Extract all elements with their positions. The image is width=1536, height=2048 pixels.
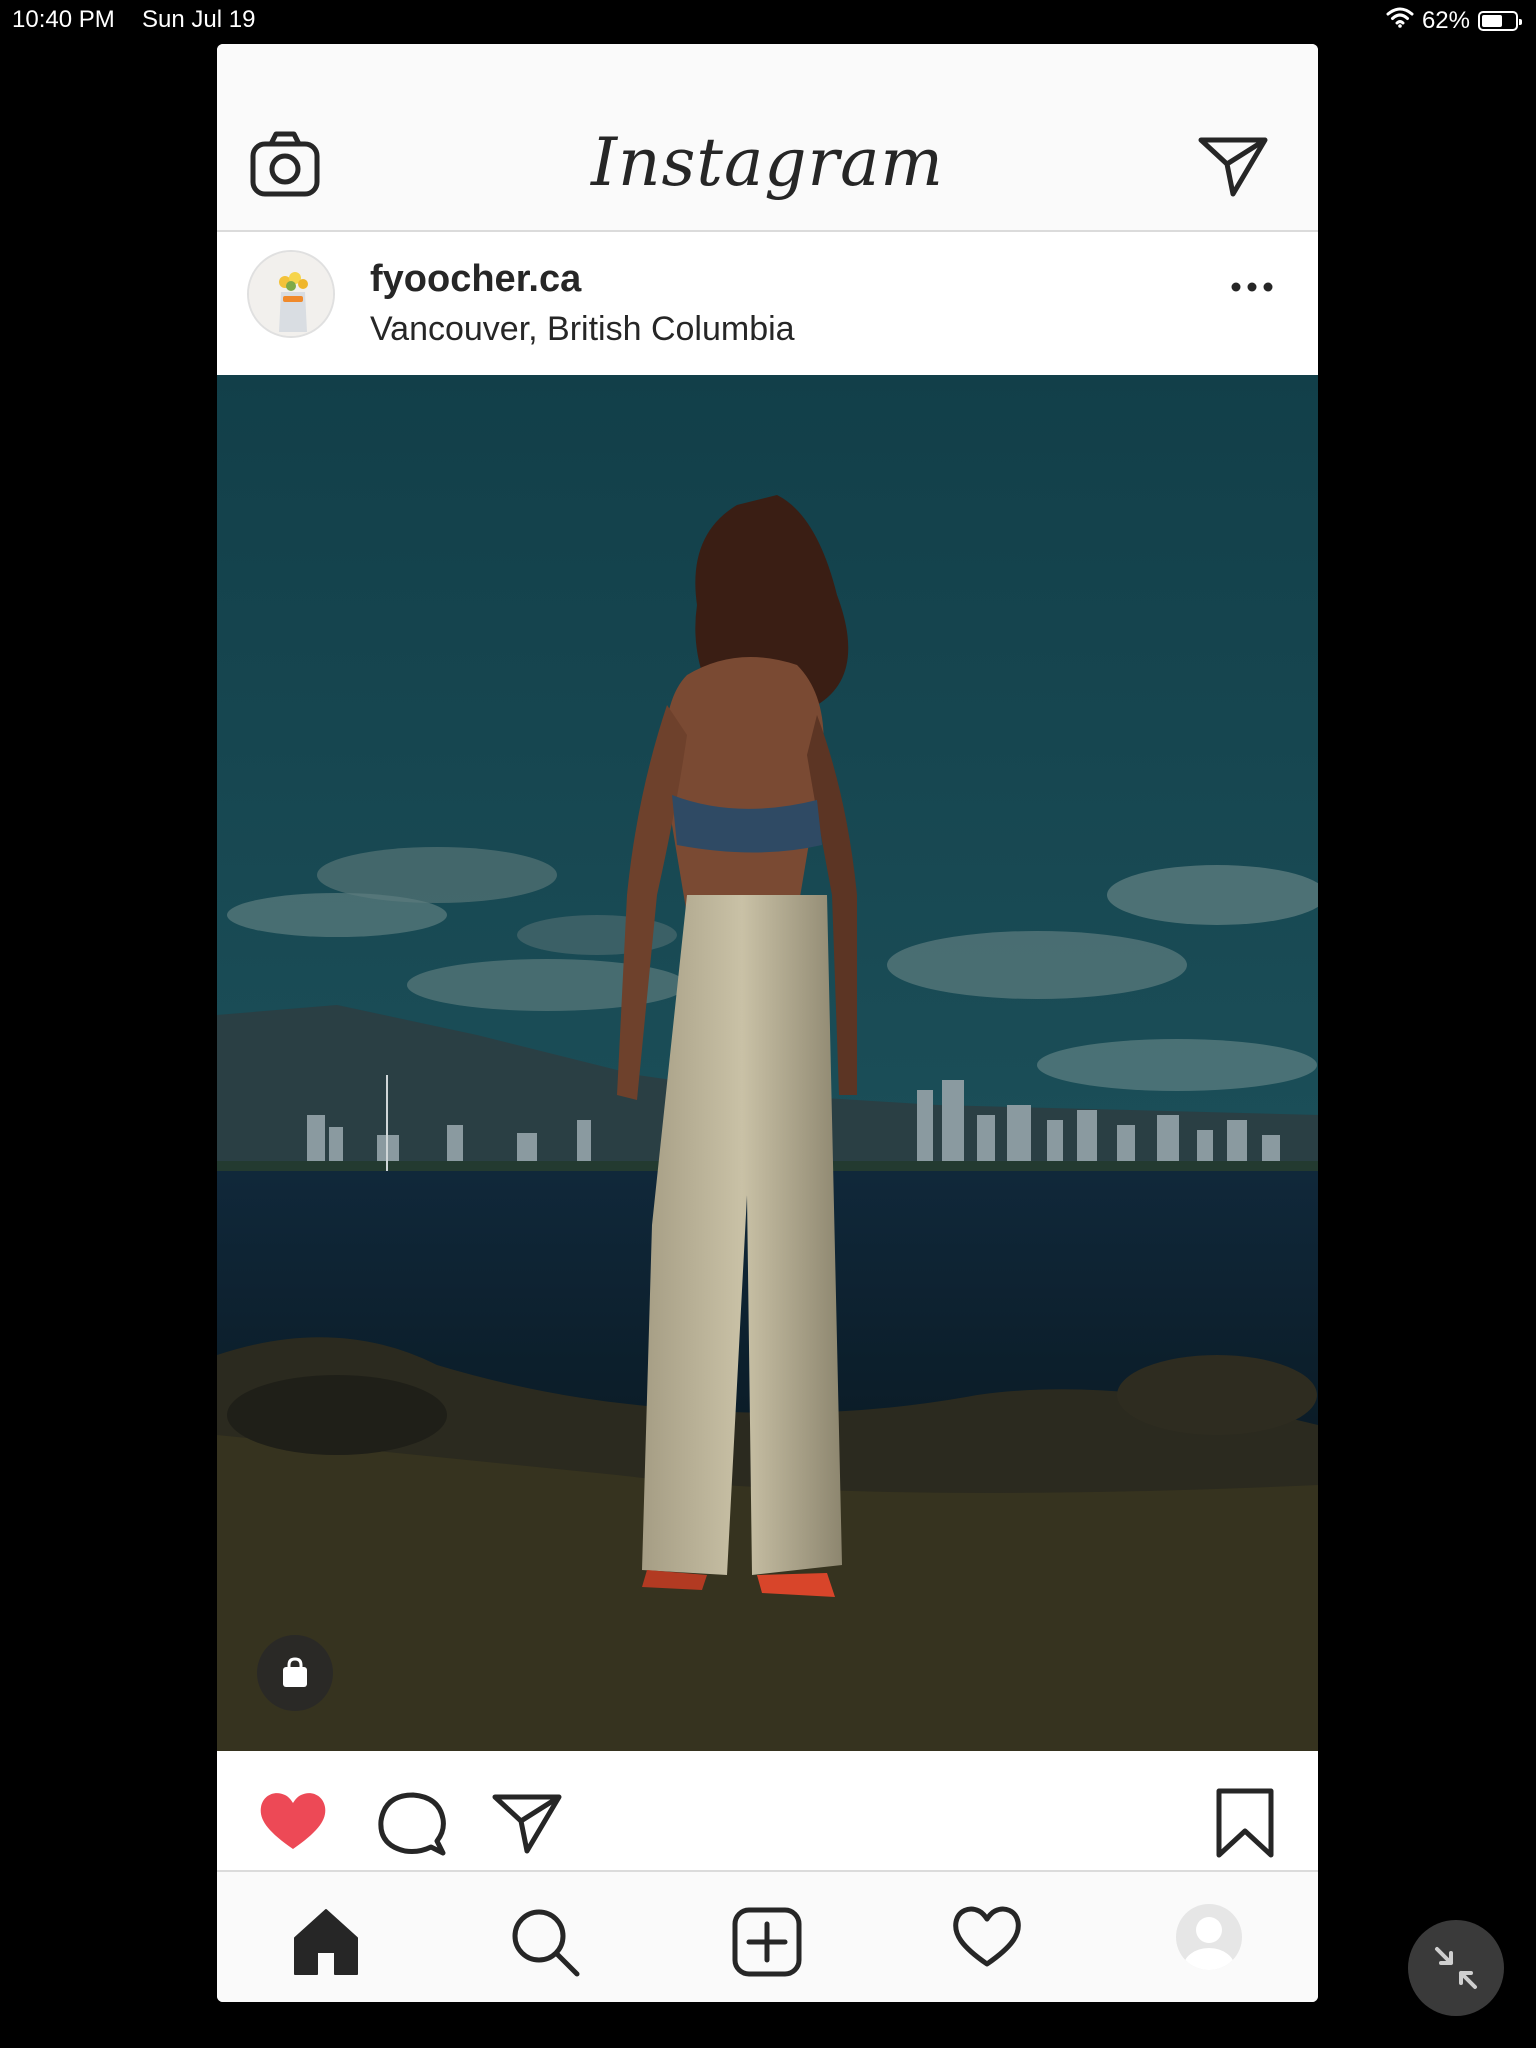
battery-icon [1478, 10, 1522, 31]
top-navigation: Instagram [217, 44, 1318, 232]
home-icon[interactable] [291, 1906, 361, 1981]
post-actions [217, 1751, 1318, 1871]
activity-heart-icon[interactable] [951, 1906, 1023, 1975]
status-date: Sun Jul 19 [142, 6, 256, 33]
avatar[interactable] [247, 250, 335, 338]
profile-icon[interactable] [1174, 1902, 1244, 1977]
wifi-icon [1386, 6, 1414, 35]
status-bar: 10:40 PM Sun Jul 19 62% [0, 0, 1536, 40]
status-right: 62% [1386, 6, 1522, 35]
instagram-app: Instagram fyoocher.ca Vancouver, British… [217, 44, 1318, 2002]
heart-filled-icon[interactable] [257, 1791, 329, 1858]
app-title: Instagram [590, 124, 945, 201]
post-image[interactable] [217, 375, 1318, 1751]
battery-percent: 62% [1421, 6, 1470, 34]
status-time: 10:40 PM [12, 6, 115, 33]
search-icon[interactable] [509, 1906, 581, 1983]
post-location[interactable]: Vancouver, British Columbia [370, 310, 795, 349]
post-username[interactable]: fyoocher.ca [370, 258, 581, 301]
share-icon[interactable] [491, 1791, 563, 1860]
direct-message-icon[interactable] [1197, 134, 1269, 203]
bookmark-icon[interactable] [1213, 1787, 1277, 1864]
minimize-icon[interactable] [1408, 1920, 1504, 2016]
shopping-bag-icon[interactable] [257, 1635, 333, 1711]
bottom-tab-bar [217, 1870, 1318, 2002]
battery-level [1482, 14, 1502, 27]
more-options-icon[interactable] [1229, 280, 1275, 299]
comment-icon[interactable] [377, 1791, 447, 1862]
add-post-icon[interactable] [731, 1906, 803, 1983]
